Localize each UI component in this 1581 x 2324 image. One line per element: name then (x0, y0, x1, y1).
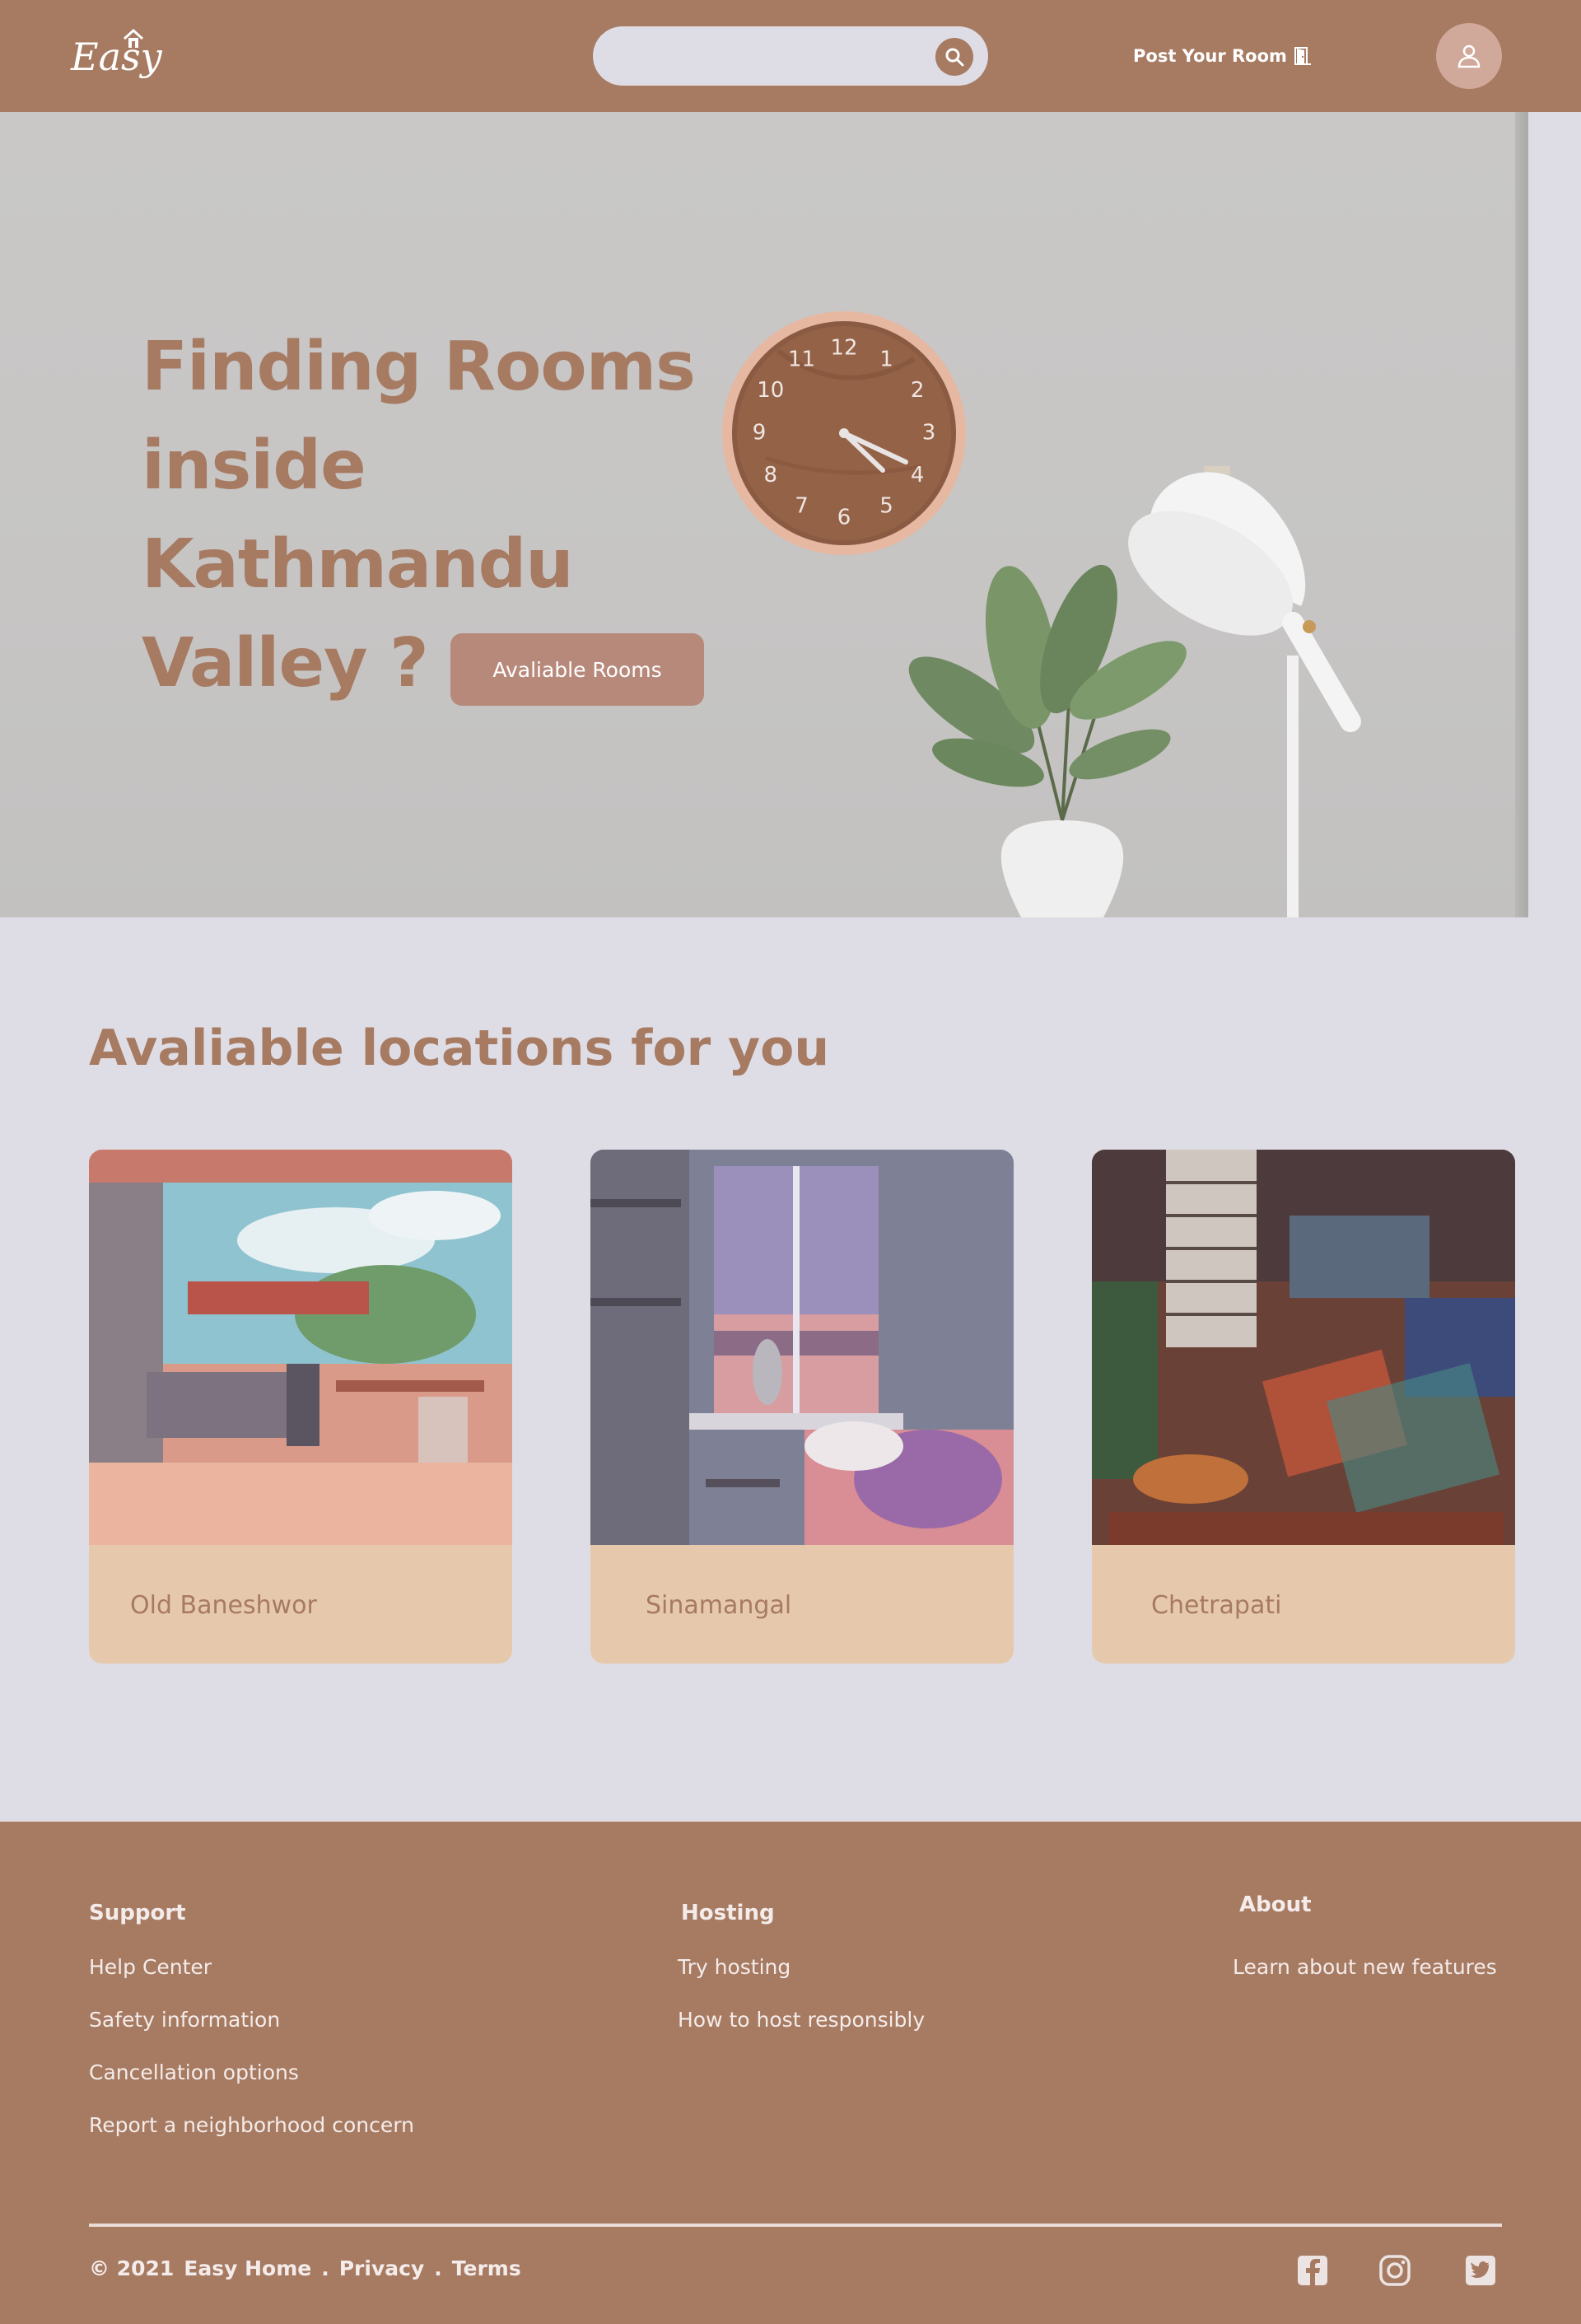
footer-link-report-concern[interactable]: Report a neighborhood concern (89, 2113, 414, 2137)
clock-numeral: 1 (879, 347, 893, 371)
footer-link-cancellation[interactable]: Cancellation options (89, 2060, 299, 2084)
facebook-icon[interactable] (1295, 2253, 1330, 2288)
clock-numeral: 9 (753, 421, 767, 446)
hero-title-line: inside (142, 427, 366, 505)
clock-numeral: 6 (837, 506, 851, 530)
user-icon (1457, 44, 1481, 68)
hero-title-line: Kathmandu (142, 525, 574, 604)
terms-link[interactable]: Terms (452, 2256, 521, 2280)
search-bar (593, 26, 988, 86)
location-image (590, 1150, 1014, 1545)
search-button[interactable] (935, 38, 973, 76)
location-card[interactable]: Chetrapati (1092, 1150, 1515, 1664)
clock-numeral: 2 (911, 378, 925, 403)
location-name: Old Baneshwor (130, 1591, 317, 1620)
footer-divider (89, 2224, 1502, 2227)
hero-section: 12 1 2 3 4 5 6 7 8 9 10 11 Finding Rooms… (0, 112, 1581, 917)
profile-button[interactable] (1436, 23, 1502, 89)
post-room-link[interactable]: Post Your Room (1133, 40, 1312, 72)
footer-legal: © 2021 Easy Home . Privacy . Terms (89, 2256, 521, 2280)
clock-numeral: 12 (830, 336, 857, 361)
footer-link-try-hosting[interactable]: Try hosting (678, 1955, 790, 1979)
clock-numeral: 4 (911, 463, 925, 488)
footer-link-new-features[interactable]: Learn about new features (1233, 1955, 1497, 1979)
location-card[interactable]: Old Baneshwor (89, 1150, 512, 1664)
wall-clock-illustration: 12 12 3 45 6 78 9 1011 (722, 311, 966, 555)
locations-title: Avaliable locations for you (89, 1020, 830, 1077)
location-card[interactable]: Sinamangal (590, 1150, 1014, 1664)
instagram-icon[interactable] (1378, 2253, 1412, 2288)
separator: . (434, 2256, 442, 2280)
house-icon (123, 28, 144, 48)
footer-hosting-title: Hosting (681, 1901, 775, 1925)
clock-numeral: 10 (757, 378, 784, 403)
brand-link[interactable]: Easy Home (184, 2256, 311, 2280)
post-room-label: Post Your Room (1133, 46, 1287, 66)
footer-about-title: About (1239, 1892, 1312, 1917)
footer-link-safety[interactable]: Safety information (89, 2008, 280, 2032)
clock-numeral: 8 (764, 463, 778, 488)
clock-numeral: 7 (795, 494, 809, 519)
site-footer: Support Help Center Safety information C… (0, 1822, 1581, 2324)
location-name: Sinamangal (646, 1591, 792, 1620)
search-input[interactable] (593, 26, 922, 86)
clock-numeral: 5 (879, 494, 893, 519)
available-rooms-button[interactable]: Avaliable Rooms (450, 633, 704, 706)
clock-numeral: 3 (922, 421, 936, 446)
logo-text: Easy (71, 35, 162, 79)
site-header: Easy Post Your Room (0, 0, 1581, 112)
separator: . (321, 2256, 329, 2280)
plant-illustration (908, 564, 1187, 917)
footer-link-help-center[interactable]: Help Center (89, 1955, 212, 1979)
hero-right-strip (1528, 112, 1581, 917)
location-image (1092, 1150, 1515, 1545)
footer-support-title: Support (89, 1901, 186, 1925)
copyright: © 2021 (89, 2256, 175, 2280)
search-icon (945, 48, 964, 67)
twitter-icon[interactable] (1463, 2253, 1498, 2288)
door-icon (1294, 47, 1311, 65)
logo[interactable]: Easy (71, 28, 162, 86)
footer-link-host-responsibly[interactable]: How to host responsibly (678, 2008, 925, 2032)
location-image (89, 1150, 512, 1545)
hero-title-line: Finding Rooms (142, 328, 696, 406)
clock-numeral: 11 (788, 347, 815, 371)
privacy-link[interactable]: Privacy (339, 2256, 425, 2280)
location-name: Chetrapati (1151, 1591, 1282, 1620)
